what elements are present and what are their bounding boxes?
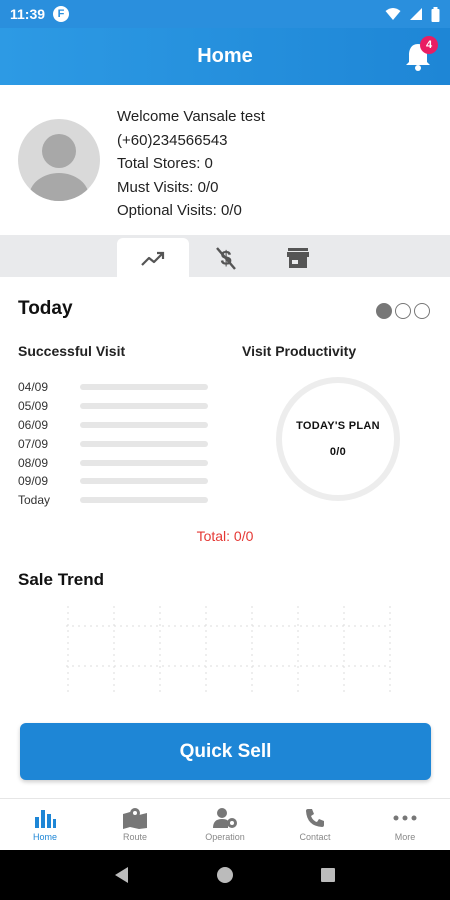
- total-stores: Total Stores: 0: [117, 155, 213, 172]
- phone-icon: [306, 809, 324, 827]
- nav-label: Operation: [205, 832, 245, 842]
- visit-row: 04/09: [18, 378, 218, 397]
- visit-date: 08/09: [18, 455, 49, 470]
- nav-label: Route: [122, 832, 148, 842]
- todays-plan-value: 0/0: [329, 446, 347, 458]
- page-indicator[interactable]: [376, 303, 430, 319]
- todays-plan-label: TODAY'S PLAN: [296, 420, 380, 432]
- avatar[interactable]: [18, 119, 100, 201]
- visit-row: 06/09: [18, 416, 218, 435]
- visit-bar: [80, 478, 208, 485]
- phone-number: (+60)234566543: [117, 131, 228, 149]
- page-dot-active[interactable]: [376, 303, 392, 319]
- visit-row: 05/09: [18, 397, 218, 416]
- nav-contact[interactable]: Contact: [270, 799, 360, 850]
- must-visits: Must Visits: 0/0: [117, 178, 219, 196]
- nav-operation[interactable]: Operation: [180, 799, 270, 850]
- page-dot[interactable]: [395, 303, 411, 319]
- username: Vansale test: [183, 108, 265, 125]
- visit-date: 04/09: [18, 380, 49, 395]
- profile-info: Welcome Vansale test (+60)234566543 Tota…: [117, 105, 265, 223]
- status-bar: 11:39 F: [0, 0, 450, 28]
- optional-visits: Optional Visits: 0/0: [117, 202, 242, 219]
- tab-performance[interactable]: [117, 238, 189, 277]
- bottom-navigation: Home Route Operation Contact More: [0, 798, 450, 850]
- profile-section: Welcome Vansale test (+60)234566543 Tota…: [0, 85, 450, 235]
- visit-productivity-label: Visit Productivity: [242, 343, 357, 359]
- visit-row: 08/09: [18, 453, 218, 472]
- recents-icon[interactable]: [319, 866, 337, 884]
- successful-visit-label: Successful Visit: [18, 343, 126, 359]
- wifi-icon: [385, 8, 401, 20]
- visit-date: 09/09: [18, 474, 49, 489]
- visit-date: 06/09: [18, 417, 49, 432]
- store-icon: [287, 247, 309, 268]
- visit-bar: [80, 421, 208, 428]
- tab-stores[interactable]: [262, 238, 334, 277]
- notifications-button[interactable]: 4: [400, 36, 438, 74]
- app-notification-icon: F: [53, 6, 70, 22]
- nav-home[interactable]: Home: [0, 799, 90, 850]
- visit-row: 09/09: [18, 472, 218, 491]
- nav-label: More: [394, 832, 416, 842]
- today-title: Today: [18, 298, 73, 319]
- more-icon: [393, 815, 417, 821]
- tab-sales[interactable]: $: [190, 238, 262, 277]
- map-icon: [123, 808, 147, 829]
- bar-chart-icon: [35, 810, 56, 828]
- visit-bar: [80, 497, 208, 504]
- quick-sell-button[interactable]: Quick Sell: [20, 723, 431, 780]
- nav-label: Home: [32, 832, 57, 842]
- sale-trend-chart: [66, 606, 391, 696]
- visit-date: 07/09: [18, 436, 49, 451]
- status-time: 11:39: [10, 6, 46, 22]
- nav-more[interactable]: More: [360, 799, 450, 850]
- trending-up-icon: [141, 251, 165, 266]
- visit-bar: [80, 384, 208, 391]
- visit-row: 07/09: [18, 434, 218, 453]
- visit-bar: [80, 440, 208, 447]
- successful-visit-list: 04/09 05/09 06/09 07/09 08/09 09/09 Toda…: [18, 378, 218, 510]
- page-title: Home: [197, 45, 253, 67]
- user-gear-icon: [213, 808, 237, 828]
- signal-icon: [410, 8, 422, 20]
- visit-bar: [80, 459, 208, 466]
- visit-date: Today: [18, 493, 51, 508]
- back-icon[interactable]: [113, 866, 131, 884]
- app-bar: Home 4: [0, 28, 450, 85]
- dollar-off-icon: $: [216, 246, 236, 270]
- visit-total: Total: 0/0: [196, 528, 254, 544]
- home-icon[interactable]: [216, 866, 234, 884]
- visit-bar: [80, 403, 208, 410]
- notification-count-badge: 4: [420, 36, 438, 54]
- battery-icon: [431, 6, 440, 22]
- user-placeholder-icon: [29, 134, 89, 201]
- nav-route[interactable]: Route: [90, 799, 180, 850]
- nav-label: Contact: [299, 832, 331, 842]
- dashboard-tabs: $: [0, 235, 450, 277]
- welcome-line: Welcome Vansale test: [117, 105, 265, 129]
- welcome-prefix: Welcome: [117, 108, 180, 125]
- visit-productivity-ring: TODAY'S PLAN 0/0: [276, 377, 400, 501]
- visit-date: 05/09: [18, 399, 49, 414]
- visit-row: Today: [18, 491, 218, 510]
- system-navigation-bar: [0, 850, 450, 900]
- sale-trend-title: Sale Trend: [18, 570, 104, 589]
- page-dot[interactable]: [414, 303, 430, 319]
